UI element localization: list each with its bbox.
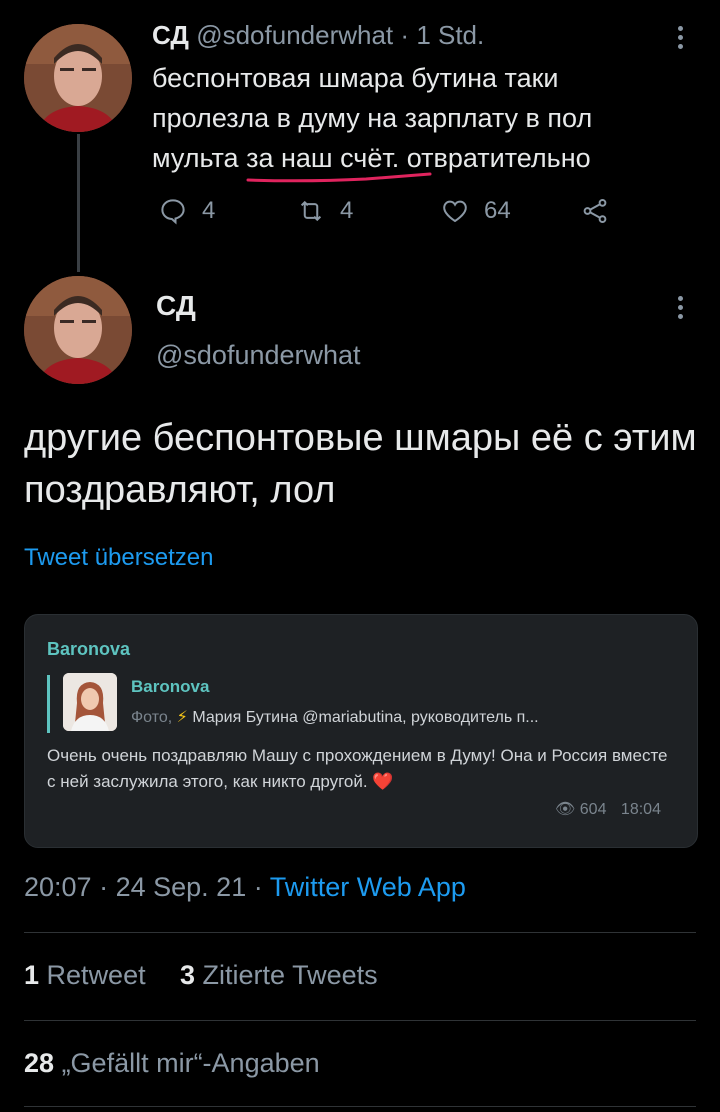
share-icon (583, 199, 607, 224)
forward-bar (47, 675, 50, 733)
like-button[interactable]: 64 (440, 196, 511, 226)
more-options-icon[interactable] (676, 26, 686, 53)
retweet-count: 4 (340, 197, 354, 224)
quote-label: Zitierte Tweets (202, 960, 378, 990)
separator: · (253, 872, 263, 902)
heart-icon (443, 200, 467, 223)
tweet-time[interactable]: 20:07 (24, 872, 92, 902)
tweet-text: беспонтовая шмара бутина таки пролезла в… (152, 58, 672, 178)
avatar[interactable] (24, 24, 132, 132)
tweet-text-part: отвратительно (399, 143, 591, 173)
forward-preview: Фото, ⚡ Мария Бутина @mariabutina, руков… (131, 707, 683, 727)
handle[interactable]: @sdofunderwhat (196, 20, 393, 50)
message-body: Очень очень поздравляю Машу с прохождени… (47, 746, 668, 791)
lightning-icon: ⚡ (176, 709, 188, 726)
reply-icon (161, 199, 185, 225)
divider (24, 1020, 696, 1021)
message-meta: 👁 604 18:04 (555, 799, 661, 819)
like-stats[interactable]: 28 „Gefällt mir“-Angaben (24, 1048, 320, 1079)
separator: · (99, 872, 109, 902)
display-name[interactable]: СД (152, 20, 189, 50)
handle[interactable]: @sdofunderwhat (156, 340, 361, 371)
forward-channel-name: Baronova (131, 677, 210, 696)
message-text: Очень очень поздравляю Машу с прохождени… (47, 743, 679, 795)
quote-count: 3 (180, 960, 196, 990)
forward-text: Мария Бутина @mariabutina, руководитель … (192, 709, 539, 726)
divider (24, 932, 696, 933)
reply-count: 4 (202, 197, 216, 224)
views-count: 604 (579, 801, 607, 818)
separator: · (400, 20, 410, 50)
divider (24, 1106, 696, 1107)
retweet-stats[interactable]: 1 Retweet (24, 960, 146, 991)
underline-mark (246, 172, 432, 183)
tweet-text: другие беспонтовые шмары её с этим поздр… (24, 417, 697, 511)
like-label: „Gefällt mir“-Angaben (61, 1048, 320, 1078)
retweet-icon (300, 200, 322, 222)
avatar[interactable] (24, 276, 132, 384)
translate-link[interactable]: Tweet übersetzen (24, 544, 213, 572)
tweet-meta: 20:07 · 24 Sep. 21 · Twitter Web App (24, 872, 466, 903)
source-link[interactable]: Twitter Web App (270, 872, 466, 902)
like-count: 28 (24, 1048, 55, 1078)
views-icon: 👁 (555, 801, 576, 818)
tweet-header: СД @sdofunderwhat · 1 Std. (152, 20, 484, 51)
image-attachment[interactable]: Baronova Baronova Фото, ⚡ Мария Бутина @… (24, 614, 698, 848)
more-options-icon[interactable] (676, 296, 686, 323)
retweet-button[interactable]: 4 (296, 196, 353, 226)
thread-line (77, 134, 80, 272)
channel-name: Baronova (47, 639, 131, 659)
message-time: 18:04 (620, 801, 661, 818)
tweet-date[interactable]: 24 Sep. 21 (116, 872, 247, 902)
underlined-phrase: за наш счёт. (246, 143, 400, 173)
retweet-count: 1 (24, 960, 40, 990)
share-button[interactable] (580, 196, 610, 226)
like-count: 64 (484, 197, 511, 224)
heart-emoji: ❤️ (372, 772, 394, 791)
forward-prefix: Фото, (131, 709, 173, 726)
retweet-label: Retweet (46, 960, 146, 990)
forward-thumbnail (63, 673, 117, 731)
display-name[interactable]: СД (156, 290, 196, 322)
timestamp[interactable]: 1 Std. (416, 20, 484, 50)
quote-stats[interactable]: 3 Zitierte Tweets (180, 960, 378, 991)
reply-button[interactable]: 4 (158, 196, 215, 226)
